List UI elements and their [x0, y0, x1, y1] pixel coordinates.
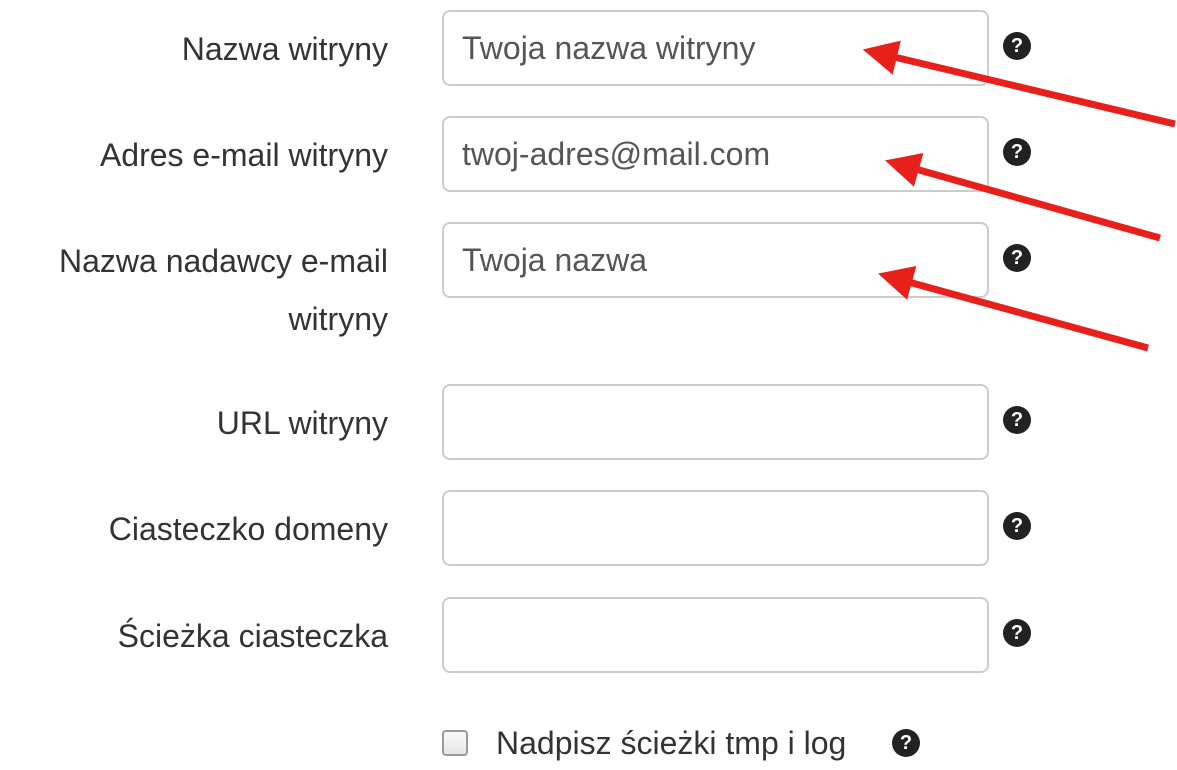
sender-name-input[interactable]	[442, 222, 989, 298]
field-row-site-name: Nazwa witryny ?	[0, 10, 1177, 90]
field-row-sender-name: Nazwa nadawcy e-mail witryny ?	[0, 222, 1177, 352]
site-name-input[interactable]	[442, 10, 989, 86]
help-icon[interactable]: ?	[1003, 619, 1031, 647]
field-row-cookie-path: Ścieżka ciasteczka ?	[0, 597, 1177, 677]
help-icon[interactable]: ?	[1003, 406, 1031, 434]
site-email-label: Adres e-mail witryny	[99, 137, 388, 173]
site-email-input[interactable]	[442, 116, 989, 192]
help-icon[interactable]: ?	[1003, 244, 1031, 272]
sender-name-label-line1: Nazwa nadawcy e-mail	[58, 243, 388, 279]
override-paths-checkbox[interactable]	[442, 730, 468, 756]
help-icon[interactable]: ?	[1003, 32, 1031, 60]
help-icon[interactable]: ?	[892, 729, 920, 757]
site-name-label: Nazwa witryny	[181, 31, 388, 67]
cookie-domain-label: Ciasteczko domeny	[108, 511, 388, 547]
help-icon[interactable]: ?	[1003, 138, 1031, 166]
field-row-cookie-domain: Ciasteczko domeny ?	[0, 490, 1177, 570]
help-icon[interactable]: ?	[1003, 512, 1031, 540]
cookie-path-label: Ścieżka ciasteczka	[117, 618, 388, 654]
cookie-path-input[interactable]	[442, 597, 989, 673]
site-url-input[interactable]	[442, 384, 989, 460]
site-url-label: URL witryny	[216, 405, 388, 441]
sender-name-label-line2: witryny	[288, 301, 388, 337]
field-row-site-email: Adres e-mail witryny ?	[0, 116, 1177, 196]
cookie-domain-input[interactable]	[442, 490, 989, 566]
field-row-site-url: URL witryny ?	[0, 384, 1177, 464]
override-paths-label[interactable]: Nadpisz ścieżki tmp i log	[496, 720, 846, 766]
